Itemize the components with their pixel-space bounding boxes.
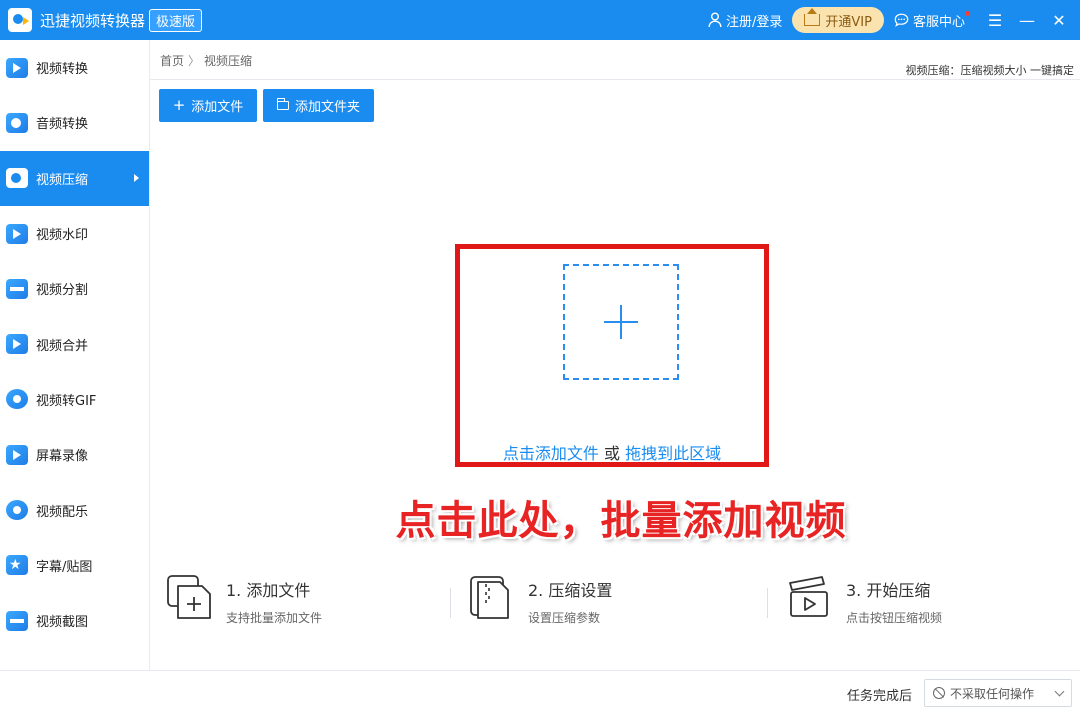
sidebar-item-video-to-gif[interactable]: 视频转GIF [0,372,149,427]
start-compress-step-icon [786,573,832,621]
caret-right-icon [134,174,139,183]
drop-zone-highlight: 点击添加文件 或 拖拽到此区域 [455,244,769,467]
sidebar-item-label: 视频压缩 [36,172,89,188]
sidebar-item-video-screenshot[interactable]: 视频截图 [0,593,149,648]
video-music-icon [6,500,28,521]
sidebar-item-subtitle-sticker[interactable]: ★ 字幕/贴图 [0,538,149,593]
sidebar-item-video-convert[interactable]: 视频转换 [0,40,149,95]
page-tagline: 视频压缩：压缩视频大小 一键搞定 [905,64,1075,77]
sidebar-item-label: 视频分割 [36,283,89,299]
breadcrumb-home[interactable]: 首页 [160,54,184,68]
notification-dot [965,10,970,16]
sidebar-item-video-compress[interactable]: 视频压缩 [0,150,149,206]
video-convert-icon [6,57,28,78]
or-text: 或 [598,444,626,463]
service-label: 客服中心 [912,14,965,30]
compress-settings-step-icon [468,573,514,621]
step-add-file: 1. 添加文件 支持批量添加文件 [166,573,322,626]
after-task-label: 任务完成后 [846,689,912,704]
plus-icon: + [172,96,186,114]
breadcrumb-separator: 〉 [188,54,201,68]
drag-here-link: 拖拽到此区域 [625,444,722,463]
sidebar: 视频转换 音频转换 视频压缩 视频水印 视频分割 视频合并 视频转GIF 屏幕录… [0,40,150,670]
minimize-icon[interactable]: — [1016,9,1038,31]
step-desc: 点击按钮压缩视频 [846,611,943,625]
chevron-down-icon [1054,686,1065,697]
drop-zone[interactable] [563,264,679,380]
close-icon[interactable]: ✕ [1048,9,1070,31]
vip-label: 开通VIP [825,14,872,30]
menu-icon[interactable]: ☰ [984,9,1006,31]
sidebar-item-label: 音频转换 [36,117,89,133]
audio-convert-icon [6,112,28,133]
add-plus-icon [604,305,638,339]
chat-icon [894,13,909,27]
footer-bar: 任务完成后 不采取任何操作 [0,670,1080,713]
title-bar: 迅捷视频转换器 极速版 注册/登录 开通VIP 客服中心 ☰ — ✕ [0,0,1080,40]
titlebar-actions: 注册/登录 开通VIP 客服中心 ☰ — ✕ [708,0,1070,40]
customer-service-link[interactable]: 客服中心 [894,10,974,30]
breadcrumb: 首页〉视频压缩 [160,52,252,69]
after-task-select[interactable]: 不采取任何操作 [924,679,1072,707]
step-divider [767,588,768,618]
drop-zone-text: 点击添加文件 或 拖拽到此区域 [460,440,764,464]
login-label: 注册/登录 [726,14,783,30]
click-add-file-link[interactable]: 点击添加文件 [503,444,599,463]
add-file-step-icon [166,573,212,621]
vip-button[interactable]: 开通VIP [792,7,884,33]
sidebar-item-label: 视频转换 [36,62,89,78]
step-start-compress: 3. 开始压缩 点击按钮压缩视频 [786,573,942,626]
header-divider [150,79,1080,80]
screen-record-icon [6,444,28,465]
sidebar-item-label: 视频合并 [36,338,89,354]
sidebar-item-screen-record[interactable]: 屏幕录像 [0,427,149,482]
sidebar-item-audio-convert[interactable]: 音频转换 [0,95,149,150]
app-logo-icon [8,8,32,32]
user-icon [708,12,722,28]
video-to-gif-icon [6,389,28,410]
video-compress-icon [6,168,28,189]
video-merge-icon [6,334,28,355]
add-folder-label: 添加文件夹 [294,100,360,115]
annotation-overlay: 点击此处，批量添加视频 [395,498,847,544]
app-title: 迅捷视频转换器 [40,11,146,30]
step-divider [450,588,451,618]
sidebar-item-video-merge[interactable]: 视频合并 [0,316,149,371]
login-link[interactable]: 注册/登录 [708,11,782,30]
step-title: 3. 开始压缩 [846,581,931,600]
video-watermark-icon [6,223,28,244]
sidebar-item-label: 屏幕录像 [36,449,89,465]
sidebar-item-label: 视频配乐 [36,504,89,520]
main-panel: 首页〉视频压缩 视频压缩：压缩视频大小 一键搞定 + 添加文件 添加文件夹 点击… [150,40,1080,670]
step-title: 1. 添加文件 [226,581,311,600]
step-desc: 支持批量添加文件 [226,611,323,625]
breadcrumb-current: 视频压缩 [204,54,253,68]
ban-icon [933,687,945,699]
sidebar-item-video-split[interactable]: 视频分割 [0,261,149,316]
crown-icon [804,8,821,26]
sidebar-item-label: 视频截图 [36,615,89,631]
sidebar-item-video-music[interactable]: 视频配乐 [0,482,149,537]
step-compress-settings: 2. 压缩设置 设置压缩参数 [468,573,612,626]
step-desc: 设置压缩参数 [528,611,601,625]
subtitle-sticker-icon: ★ [6,555,28,576]
sidebar-item-label: 视频水印 [36,228,89,244]
edition-badge: 极速版 [149,8,203,32]
add-file-button[interactable]: + 添加文件 [159,89,257,122]
folder-icon [276,98,289,110]
sidebar-item-label: 字幕/贴图 [36,559,93,575]
add-folder-button[interactable]: 添加文件夹 [263,89,374,122]
add-file-label: 添加文件 [191,100,244,115]
video-screenshot-icon [6,610,28,631]
sidebar-item-video-watermark[interactable]: 视频水印 [0,206,149,261]
step-title: 2. 压缩设置 [528,581,613,600]
video-split-icon [6,278,28,299]
sidebar-item-label: 视频转GIF [36,393,97,409]
after-task-value: 不采取任何操作 [950,686,1035,701]
